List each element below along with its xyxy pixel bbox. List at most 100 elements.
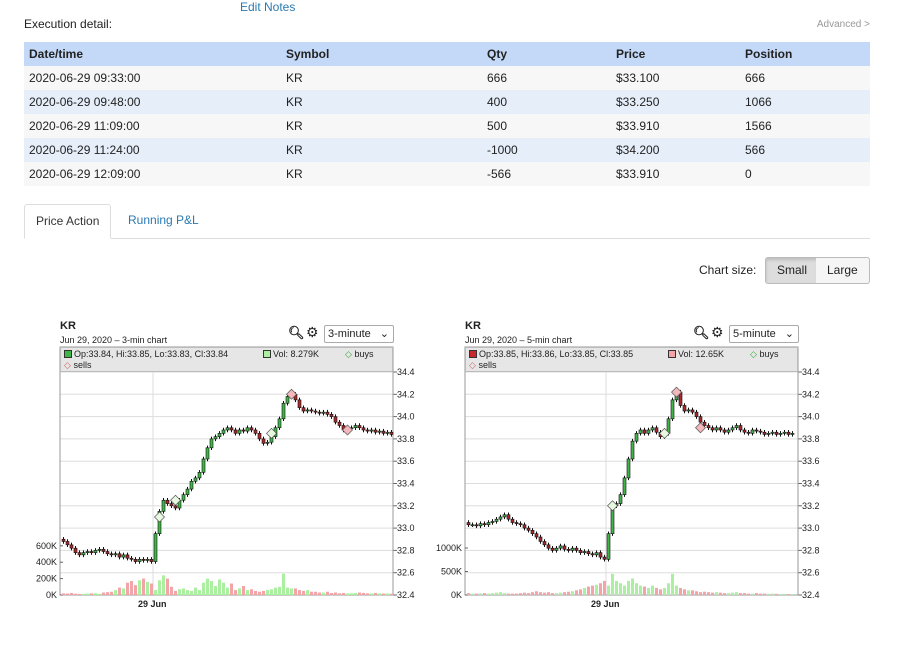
volume-bar	[531, 592, 534, 595]
chart-size-large-button[interactable]: Large	[816, 257, 870, 284]
buys-legend[interactable]: ◇ buys	[345, 349, 373, 360]
column-header[interactable]: Symbol	[281, 42, 482, 66]
volume-bar	[523, 592, 526, 595]
y-tick-label: 33.2	[397, 501, 415, 511]
volume-bar	[467, 593, 470, 595]
buy-marker	[607, 500, 618, 512]
candle	[782, 431, 787, 434]
interval-select[interactable]: 5-minute ⌄	[729, 325, 799, 343]
volume-bar	[763, 593, 766, 595]
candle	[706, 425, 711, 429]
candle	[682, 405, 687, 412]
candle	[277, 418, 282, 429]
candle	[646, 429, 651, 434]
volume-color-swatch	[263, 350, 271, 358]
candle	[297, 399, 302, 408]
edit-notes-link[interactable]: Edit Notes	[240, 0, 295, 14]
table-cell: KR	[281, 138, 482, 162]
chart-size-small-button[interactable]: Small	[765, 257, 820, 284]
volume-tick-label: 0K	[451, 590, 462, 600]
volume-bar	[210, 581, 213, 595]
price-chart: KR Jun 29, 2020 – 5-min chart 🔍︎ ⚙ 5-min…	[425, 318, 845, 618]
y-tick-label: 34.0	[802, 412, 820, 422]
candle	[361, 427, 366, 431]
volume-bar	[78, 594, 81, 595]
tab-price-action[interactable]: Price Action	[24, 204, 112, 239]
interval-select[interactable]: 3-minute ⌄	[324, 325, 394, 343]
zoom-icon[interactable]: 🔍︎	[693, 325, 710, 341]
candle	[205, 447, 210, 460]
volume-bar	[338, 593, 341, 595]
execution-table: Date/time Symbol Qty Price Position 2020…	[24, 42, 870, 186]
table-cell: -1000	[482, 138, 611, 162]
volume-bar	[182, 588, 185, 595]
sells-legend[interactable]: ◇ sells	[64, 360, 91, 370]
volume-bar	[659, 589, 662, 595]
candle	[141, 559, 146, 561]
candle	[317, 411, 322, 414]
zoom-icon[interactable]: 🔍︎	[288, 325, 305, 341]
column-header[interactable]: Price	[611, 42, 740, 66]
candle	[109, 553, 114, 556]
chart-legend: Op:33.85, Hi:33.86, Lo:33.85, Cl:33.85 V…	[465, 347, 798, 372]
volume-readout: Vol: 12.65K	[678, 349, 725, 359]
sells-legend[interactable]: ◇ sells	[469, 360, 496, 370]
candle	[762, 431, 767, 435]
candle	[153, 533, 158, 562]
volume-bar	[342, 592, 345, 595]
candle	[790, 433, 795, 435]
volume-bar	[779, 594, 782, 595]
chart-subtitle: Jun 29, 2020 – 3-min chart	[60, 335, 168, 345]
volume-bar	[559, 592, 562, 595]
y-tick-label: 34.2	[802, 389, 820, 399]
volume-bar	[627, 580, 630, 595]
volume-bar	[731, 592, 734, 595]
column-header[interactable]: Qty	[482, 42, 611, 66]
table-cell: 0	[740, 162, 870, 186]
candle	[530, 530, 535, 534]
candle	[658, 431, 663, 437]
volume-bar	[62, 593, 65, 595]
volume-bar	[302, 590, 305, 595]
chevron-down-icon: ⌄	[784, 328, 794, 340]
volume-bar	[787, 594, 790, 595]
volume-bar	[515, 593, 518, 595]
volume-bar	[699, 592, 702, 595]
volume-bar	[623, 585, 626, 595]
candle	[237, 429, 242, 434]
volume-bar	[495, 592, 498, 595]
candle	[722, 429, 727, 433]
candle	[654, 427, 659, 433]
volume-bar	[571, 591, 574, 595]
candle	[289, 394, 294, 397]
buys-legend[interactable]: ◇ buys	[750, 349, 778, 360]
table-cell: KR	[281, 66, 482, 90]
candle	[353, 425, 358, 429]
y-tick-label: 34.4	[397, 367, 415, 377]
volume-bar	[555, 593, 558, 595]
y-tick-label: 33.8	[397, 434, 415, 444]
volume-bar	[695, 591, 698, 595]
candle	[554, 547, 559, 551]
volume-color-swatch	[668, 350, 676, 358]
sell-marker	[695, 422, 706, 434]
candle	[117, 553, 122, 558]
y-tick-label: 33.8	[802, 434, 820, 444]
tab-running-pnl[interactable]: Running P&L	[117, 204, 210, 239]
candle	[770, 431, 775, 434]
gear-icon[interactable]: ⚙	[711, 324, 724, 341]
candle	[710, 427, 715, 431]
candle	[610, 505, 615, 534]
advanced-link[interactable]: Advanced >	[817, 19, 870, 30]
sell-marker	[286, 388, 297, 400]
candle	[482, 523, 487, 526]
gear-icon[interactable]: ⚙	[306, 324, 319, 341]
candle	[81, 552, 86, 556]
table-row: 2020-06-29 09:48:00 KR 400 $33.250 1066	[24, 90, 870, 114]
column-header[interactable]: Date/time	[24, 42, 281, 66]
volume-bar	[310, 591, 313, 595]
column-header[interactable]: Position	[740, 42, 870, 66]
candle	[542, 541, 547, 546]
plot-border	[59, 346, 394, 596]
candle	[494, 518, 499, 522]
